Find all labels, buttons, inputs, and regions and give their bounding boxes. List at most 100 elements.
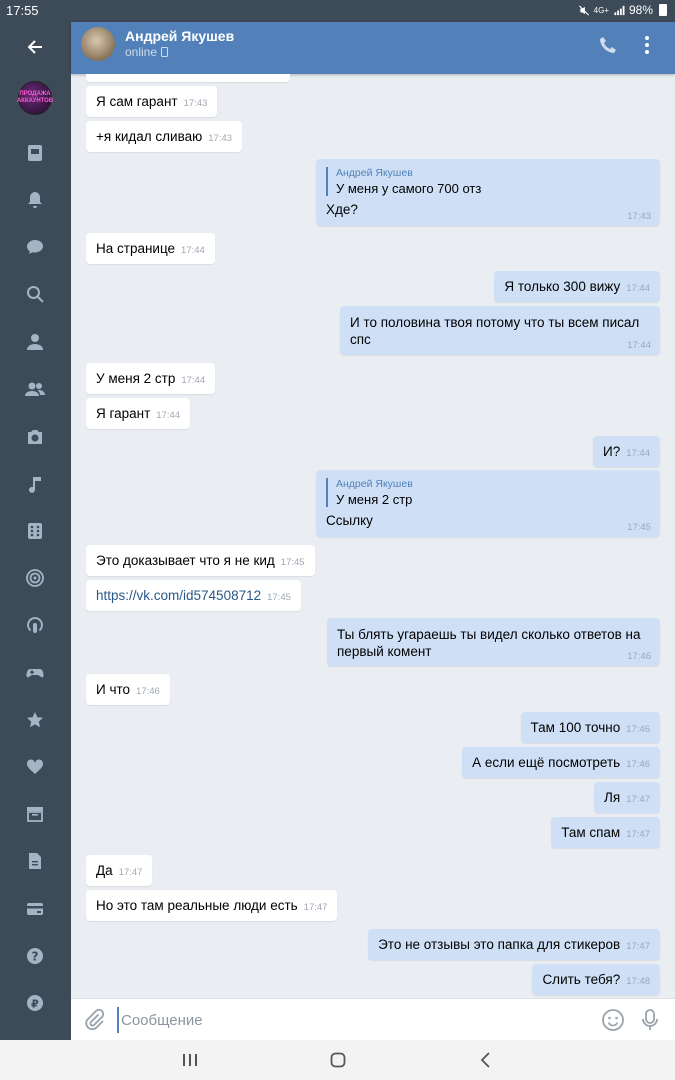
- call-icon[interactable]: [597, 34, 619, 56]
- status-bar: 17:55 4G+ 98%: [0, 0, 675, 22]
- quoted-message[interactable]: Андрей Якушев У меня у самого 700 отз: [326, 167, 650, 196]
- podcasts-icon[interactable]: [20, 610, 50, 640]
- system-navigation-bar: [0, 1040, 675, 1080]
- money-transfer-icon[interactable]: ₽: [20, 988, 50, 1018]
- contact-avatar[interactable]: [81, 27, 115, 61]
- message-bubble[interactable]: Я только 300 вижу 17:44: [494, 271, 660, 302]
- message-text: А если ещё посмотреть: [472, 755, 621, 770]
- news-icon[interactable]: [20, 138, 50, 168]
- message-text: Это доказывает что я не кид: [96, 553, 275, 568]
- home-icon[interactable]: [328, 1050, 348, 1070]
- message-bubble[interactable]: На странице 17:44: [86, 233, 215, 264]
- message-text: Я только 300 вижу: [504, 279, 621, 294]
- notifications-icon[interactable]: [20, 185, 50, 215]
- back-nav-icon[interactable]: [476, 1050, 496, 1070]
- message-bubble[interactable]: Я гарант 17:44: [86, 398, 191, 429]
- friends-icon[interactable]: [20, 374, 50, 404]
- more-options-icon[interactable]: [637, 34, 657, 56]
- message-text: Там спам: [561, 825, 621, 840]
- status-time: 17:55: [6, 3, 39, 18]
- messages-icon[interactable]: [20, 232, 50, 262]
- message-time: 17:44: [627, 340, 651, 351]
- message-input[interactable]: [117, 1007, 547, 1033]
- message-bubble[interactable]: Ты блять угараешь ты видел сколько ответ…: [327, 618, 660, 666]
- message-bubble[interactable]: Это не отзывы это папка для стикеров 17:4…: [368, 929, 660, 960]
- message-text: Я сам гарант: [96, 94, 178, 109]
- battery-icon: [659, 4, 667, 16]
- message-bubble[interactable]: +я кидал сливаю 17:43: [86, 121, 243, 152]
- message-time: 17:45: [267, 592, 291, 603]
- recent-apps-icon[interactable]: [180, 1050, 200, 1070]
- favorites-icon[interactable]: [20, 705, 50, 735]
- message-link[interactable]: https://vk.com/id574508712: [96, 588, 261, 603]
- games-icon[interactable]: [20, 658, 50, 688]
- photos-icon[interactable]: [20, 422, 50, 452]
- message-bubble-link[interactable]: https://vk.com/id574508712 17:45: [86, 580, 301, 611]
- message-bubble[interactable]: Да 17:47: [86, 855, 153, 886]
- message-time: 17:44: [626, 283, 650, 294]
- message-time: 17:47: [303, 902, 328, 913]
- group-avatar-label: ПРОДАЖА АККАУНТОВ: [16, 91, 54, 104]
- message-time: 17:47: [626, 941, 650, 952]
- message-time: 17:48: [626, 976, 650, 987]
- quoted-text: У меня у самого 700 отз: [336, 181, 482, 196]
- message-list[interactable]: Я сам гарант 17:43 +я кидал сливаю 17:43 А…: [71, 74, 675, 998]
- message-bubble[interactable]: Там 100 точно 17:46: [520, 712, 660, 743]
- sidebar: ПРОДАЖА АККАУНТОВ ? ₽: [0, 22, 71, 1040]
- message-bubble[interactable]: Слить тебя? 17:48: [532, 964, 660, 995]
- quoted-text: У меня 2 стр: [336, 492, 413, 507]
- svg-text:?: ?: [32, 950, 39, 964]
- message-text: Ля: [604, 790, 621, 805]
- message-text: У меня 2 стр: [96, 371, 176, 386]
- emoji-icon[interactable]: [601, 1008, 625, 1032]
- message-text: Но это там реальные люди есть: [96, 898, 298, 913]
- message-bubble[interactable]: И что 17:46: [86, 674, 170, 705]
- message-time: 17:47: [626, 829, 650, 840]
- message-text: И?: [603, 444, 621, 459]
- quoted-message[interactable]: Андрей Якушев У меня 2 стр: [326, 478, 650, 507]
- message-bubble[interactable]: И то половина твоя потому что ты всем пи…: [340, 306, 660, 355]
- profile-icon[interactable]: [20, 327, 50, 357]
- message-bubble[interactable]: Ля 17:47: [594, 782, 660, 813]
- chat-header: Андрей Якушев online: [71, 22, 675, 74]
- contact-name[interactable]: Андрей Якушев: [125, 28, 234, 44]
- message-text: Ссылку: [326, 513, 373, 528]
- message-time: 17:45: [280, 557, 305, 568]
- message-bubble[interactable]: А если ещё посмотреть 17:46: [462, 747, 660, 778]
- message-text: Там 100 точно: [530, 720, 621, 735]
- archive-icon[interactable]: [20, 799, 50, 829]
- message-bubble[interactable]: Я сам гарант 17:43: [86, 86, 218, 117]
- search-icon[interactable]: [20, 279, 50, 309]
- help-icon[interactable]: ?: [20, 941, 50, 971]
- message-bubble[interactable]: Но это там реальные люди есть 17:47: [86, 890, 338, 921]
- message-bubble-reply[interactable]: Андрей Якушев У меня 2 стр Ссылку 17:45: [316, 470, 660, 537]
- message-composer: [71, 998, 675, 1040]
- message-time: 17:46: [626, 759, 650, 770]
- target-icon[interactable]: [20, 563, 50, 593]
- likes-icon[interactable]: [20, 752, 50, 782]
- message-text: И то половина твоя потому что ты всем пи…: [350, 315, 640, 347]
- message-text: И что: [96, 682, 131, 697]
- message-bubble-reply[interactable]: Андрей Якушев У меня у самого 700 отз Хд…: [316, 159, 660, 226]
- message-time: 17:44: [181, 375, 206, 386]
- message-time: 17:46: [626, 724, 650, 735]
- message-text: Я гарант: [96, 406, 151, 421]
- message-bubble[interactable]: У меня 2 стр 17:44: [86, 363, 216, 394]
- apps-icon[interactable]: [20, 516, 50, 546]
- message-bubble[interactable]: Там спам 17:47: [551, 817, 660, 848]
- message-bubble[interactable]: Это доказывает что я не кид 17:45: [86, 545, 315, 576]
- back-arrow-icon[interactable]: [20, 32, 50, 62]
- message-text: +я кидал сливаю: [96, 129, 203, 144]
- message-bubble-partial: [86, 74, 290, 82]
- message-text: Да: [96, 863, 113, 878]
- quoted-author: Андрей Якушев: [336, 478, 413, 490]
- message-bubble[interactable]: И? 17:44: [593, 436, 660, 467]
- microphone-icon[interactable]: [639, 1008, 661, 1032]
- music-icon[interactable]: [20, 469, 50, 499]
- documents-icon[interactable]: [20, 846, 50, 876]
- attach-icon[interactable]: [83, 1009, 105, 1031]
- message-time: 17:47: [626, 794, 650, 805]
- message-time: 17:44: [156, 410, 181, 421]
- payments-icon[interactable]: [20, 894, 50, 924]
- group-avatar[interactable]: ПРОДАЖА АККАУНТОВ: [16, 81, 54, 115]
